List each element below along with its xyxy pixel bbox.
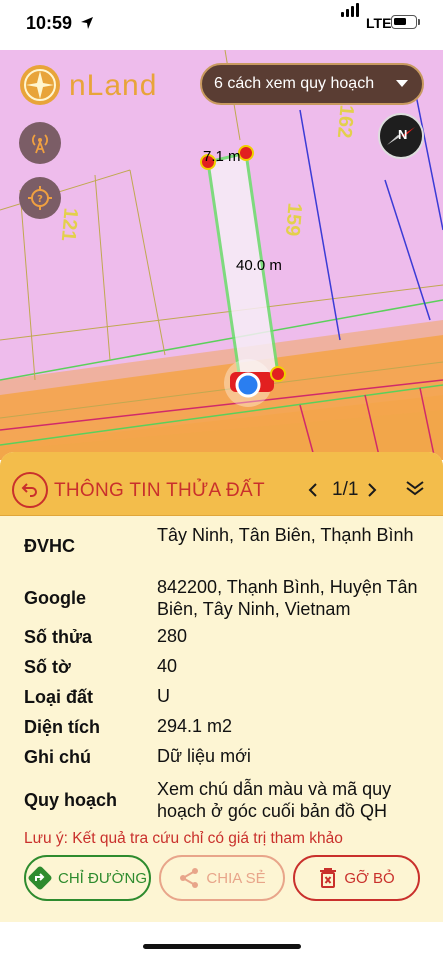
tower-icon	[32, 134, 48, 154]
directions-icon	[28, 866, 52, 890]
chevron-right-icon[interactable]	[366, 482, 378, 498]
row-value: 842200, Thạnh Bình, Huyện Tân Biên, Tây …	[157, 577, 418, 619]
pager-count: 1/1	[332, 479, 359, 500]
row-label: Loại đất	[24, 687, 94, 707]
row-value: 294.1 m2	[157, 716, 233, 736]
battery-cap	[418, 19, 420, 25]
signal-tower-button[interactable]	[19, 122, 61, 164]
row-label: Số thửa	[24, 627, 93, 647]
row-label: Quy hoạch	[24, 790, 118, 810]
plot-number-label: 121	[56, 206, 82, 243]
row-value: 40	[157, 656, 178, 676]
row-value: Dữ liệu mới	[157, 746, 251, 766]
measure-side-label: 40.0 m	[236, 257, 282, 274]
caret-down-icon	[396, 80, 408, 87]
compass-button[interactable]: N	[378, 113, 424, 159]
row-value: 280	[157, 626, 188, 646]
share-button[interactable]: CHIA SẺ	[159, 855, 285, 901]
logo-emblem-icon	[20, 65, 60, 105]
map-canvas[interactable]	[0, 50, 443, 460]
directions-label: CHỈ ĐƯỜNG	[57, 869, 147, 887]
panel-header: THÔNG TIN THỬA ĐẤT 1/1	[0, 452, 443, 516]
crosshair-help-icon: ?	[28, 186, 52, 210]
planning-view-label: 6 cách xem quy hoạch	[214, 75, 375, 92]
compass-north-label: N	[398, 127, 408, 142]
status-time: 10:59	[26, 13, 73, 33]
plot-number-label: 162	[332, 103, 358, 140]
row-label: Số tờ	[24, 657, 71, 677]
row-label: Google	[24, 588, 86, 608]
back-button[interactable]	[12, 472, 48, 508]
plot-number-label: 159	[280, 201, 306, 238]
chevron-left-icon[interactable]	[307, 482, 319, 498]
undo-arrow-icon	[21, 483, 37, 497]
collapse-chevrons-icon[interactable]	[404, 480, 426, 496]
help-locate-button[interactable]: ?	[19, 177, 61, 219]
measure-top-label: 7.1 m	[203, 148, 241, 165]
remove-label: GỠ BỎ	[344, 869, 395, 887]
disclaimer-note: Lưu ý: Kết quả tra cứu chỉ có giá trị th…	[24, 830, 343, 847]
directions-button[interactable]: CHỈ ĐƯỜNG	[24, 855, 151, 901]
share-label: CHIA SẺ	[206, 869, 266, 887]
panel-title: THÔNG TIN THỬA ĐẤT	[54, 480, 265, 501]
row-label: Ghi chú	[24, 747, 91, 767]
app-logo: nLand	[18, 63, 168, 107]
row-value: U	[157, 686, 170, 706]
share-icon	[180, 868, 199, 888]
home-indicator[interactable]	[143, 944, 301, 949]
row-value: Tây Ninh, Tân Biên, Thạnh Bình	[157, 525, 414, 545]
row-label: Diện tích	[24, 717, 101, 737]
row-value: Xem chú dẫn màu và mã quy hoạch ở góc cu…	[157, 779, 392, 821]
land-info-panel: THÔNG TIN THỬA ĐẤT 1/1 ĐVHC Tây Ninh, Tâ…	[0, 452, 443, 922]
battery-icon	[391, 15, 417, 29]
trash-icon	[320, 868, 337, 888]
status-bar: 10:59 LTE	[0, 0, 443, 50]
planning-view-dropdown[interactable]: 6 cách xem quy hoạch	[200, 63, 424, 105]
location-arrow-icon	[81, 17, 93, 29]
map-view[interactable]: 7.1 m 40.0 m 121 159 162	[0, 50, 443, 460]
svg-text:?: ?	[37, 194, 43, 205]
remove-button[interactable]: GỠ BỎ	[293, 855, 420, 901]
network-type: LTE	[366, 15, 392, 31]
logo-text: nLand	[69, 69, 158, 102]
row-label: ĐVHC	[24, 536, 76, 556]
